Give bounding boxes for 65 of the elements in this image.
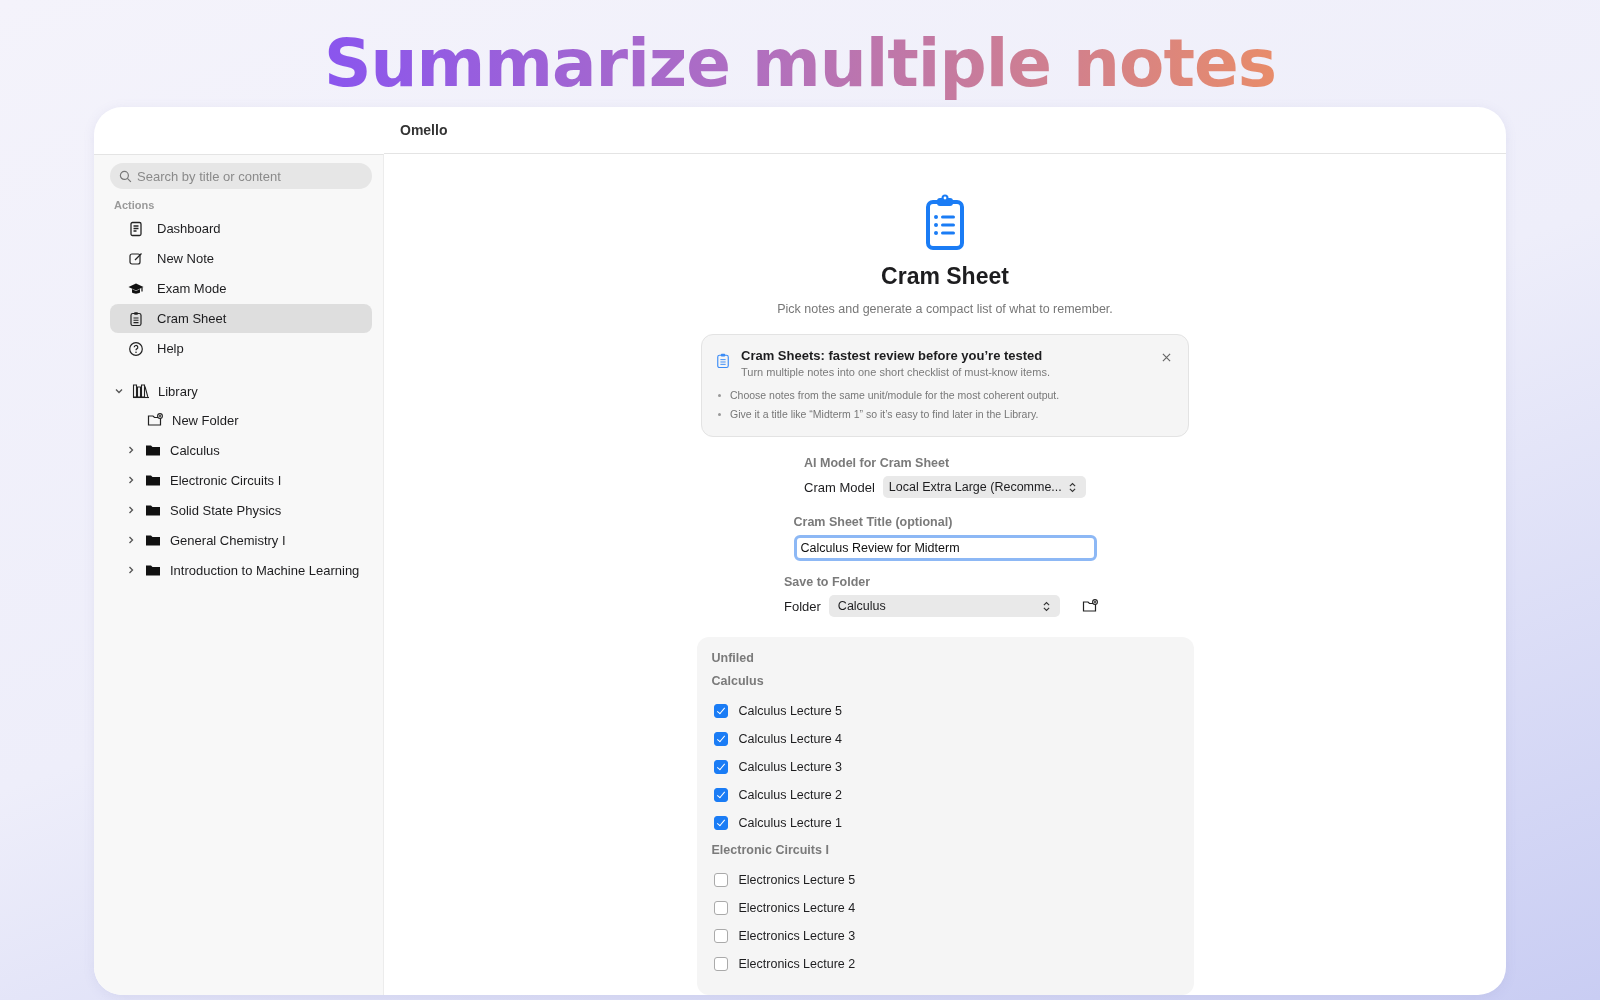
checkbox[interactable] <box>713 788 728 802</box>
note-label[interactable]: Electronics Lecture 5 <box>738 873 856 887</box>
checkbox[interactable] <box>713 704 728 718</box>
new-folder-icon <box>147 412 163 428</box>
checkbox[interactable] <box>713 760 728 774</box>
title-field[interactable]: Calculus Review for Midterm <box>793 535 1097 561</box>
tip-bullet: Choose notes from the same unit/module for the most coherent output. <box>730 389 1060 401</box>
new-folder-icon <box>1081 598 1098 614</box>
dropdown[interactable]: Local Extra Large (Recomme... <box>882 476 1086 498</box>
window-title: Omello <box>400 122 448 138</box>
field-label: Folder <box>784 598 821 614</box>
note-label[interactable]: Calculus Lecture 1 <box>738 816 843 830</box>
section-heading: Save to Folder <box>784 575 872 589</box>
note-label[interactable]: Calculus Lecture 3 <box>738 760 843 774</box>
folder-item[interactable]: General Chemistry I <box>110 525 371 555</box>
note-label[interactable]: Calculus Lecture 4 <box>738 732 843 746</box>
updown-chevron-icon <box>1069 481 1076 493</box>
tip-bullet: Give it a title like “Midterm 1” so it’s easy to find later in the Library. <box>730 408 1039 420</box>
sidebar-item[interactable]: Cram Sheet <box>110 304 372 333</box>
field-label: Cram Model <box>804 479 875 495</box>
clipboard-icon <box>716 352 730 369</box>
note-label[interactable]: Calculus Lecture 5 <box>738 704 843 718</box>
checkbox[interactable] <box>713 732 728 746</box>
sidebar-item[interactable]: Dashboard <box>110 214 372 243</box>
folder-item[interactable]: Calculus <box>110 435 371 465</box>
section-label: Actions <box>114 199 156 211</box>
tip-subtitle: Turn multiple notes into one short checklist of must-know items. <box>741 366 1051 378</box>
note-label[interactable]: Calculus Lecture 2 <box>738 788 843 802</box>
note-label[interactable]: Electronics Lecture 3 <box>738 929 856 943</box>
folder-item[interactable]: Introduction to Machine Learning <box>110 555 371 585</box>
library-item[interactable]: Library <box>110 377 371 405</box>
bullet-icon <box>718 412 721 416</box>
sidebar-item[interactable]: New Note <box>110 244 372 273</box>
help-icon <box>128 340 144 357</box>
section-heading: Cram Sheet Title (optional) <box>793 515 954 529</box>
group-heading: Electronic Circuits I <box>711 843 830 857</box>
sidebar-item[interactable]: Help <box>110 334 372 363</box>
updown-chevron-icon <box>1042 600 1050 612</box>
folder-item[interactable]: Electronic Circuits I <box>110 465 371 495</box>
sidebar-item[interactable]: Exam Mode <box>110 274 372 303</box>
checkbox[interactable] <box>713 873 728 887</box>
page-subtitle: Pick notes and generate a compact list of what to remember. <box>777 302 1113 316</box>
group-heading: Unfiled <box>711 651 755 665</box>
bullet-icon <box>718 393 721 397</box>
note-label[interactable]: Electronics Lecture 4 <box>738 901 856 915</box>
note-label[interactable]: Electronics Lecture 2 <box>738 957 856 971</box>
tip-title: Cram Sheets: fastest review before you’re tested <box>741 348 1044 363</box>
close-icon <box>1162 353 1171 362</box>
checkbox[interactable] <box>713 957 728 971</box>
checkbox[interactable] <box>713 816 728 830</box>
clipboard-icon <box>925 194 965 252</box>
checkbox[interactable] <box>713 901 728 915</box>
folder-item[interactable]: Solid State Physics <box>110 495 371 525</box>
search-field[interactable]: Search by title or content <box>110 163 372 189</box>
section-heading: AI Model for Cram Sheet <box>804 456 951 470</box>
new-folder-item[interactable]: New Folder <box>110 405 371 435</box>
dropdown[interactable]: Calculus <box>828 595 1060 617</box>
page-heading: Cram Sheet <box>881 263 1009 290</box>
books-icon <box>132 383 150 399</box>
group-heading: Calculus <box>711 674 765 688</box>
compose-icon <box>128 250 144 267</box>
document-icon <box>128 220 144 237</box>
clipboard-icon <box>128 310 144 327</box>
checkbox[interactable] <box>713 929 728 943</box>
new-folder-button[interactable] <box>1081 598 1098 614</box>
